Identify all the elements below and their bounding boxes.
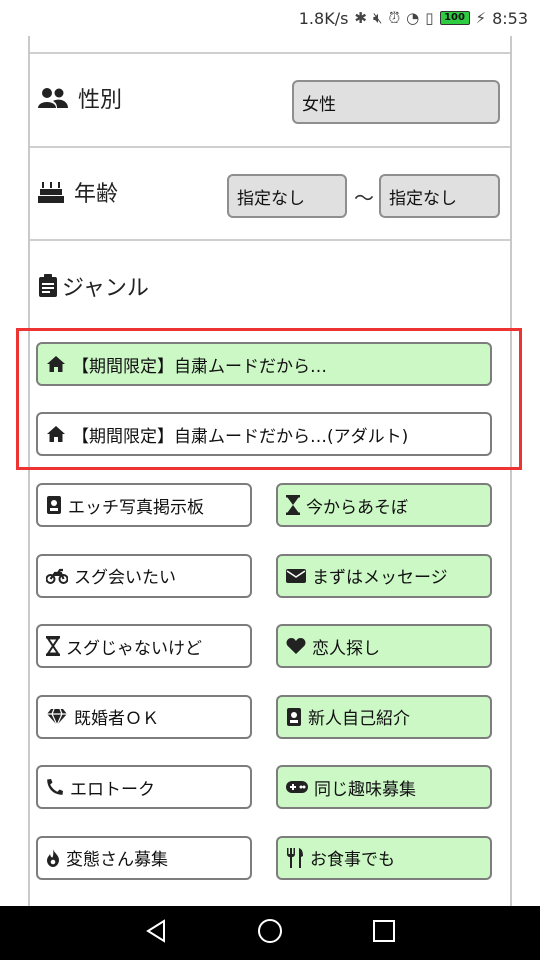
genre-button-label: スグじゃないけど xyxy=(66,638,202,659)
genre-label-text: ジャンル xyxy=(62,276,149,301)
clipboard-icon xyxy=(38,274,58,298)
genre-button[interactable]: 同じ趣味募集 xyxy=(276,765,492,809)
cake-icon xyxy=(38,180,64,204)
sim-icon: ▯ xyxy=(425,9,434,27)
diamond-icon xyxy=(46,708,68,726)
genre-button-label: まずはメッセージ xyxy=(312,568,448,588)
genre-button[interactable]: エロトーク xyxy=(36,765,252,809)
network-speed: 1.8K/s xyxy=(298,8,349,28)
divider xyxy=(30,146,510,148)
genre-button[interactable]: 恋人探し xyxy=(276,624,492,668)
navigation-bar xyxy=(0,906,540,960)
recents-icon[interactable] xyxy=(373,920,395,946)
gender-label: 性別 xyxy=(38,82,122,114)
genre-button-label: 新人自己紹介 xyxy=(308,709,410,729)
id-card-icon xyxy=(286,707,302,727)
divider xyxy=(30,52,510,54)
genre-button[interactable]: お食事でも xyxy=(276,835,492,880)
genre-button-label: 【期間限定】自粛ムードだから…(アダルト) xyxy=(72,426,409,447)
age-label-text: 年齢 xyxy=(74,182,119,207)
phone-icon xyxy=(46,778,64,796)
genre-button[interactable]: 変態さん募集 xyxy=(36,835,252,880)
hourglass-outline-icon xyxy=(46,636,60,656)
genre-button[interactable]: スグじゃないけど xyxy=(36,624,252,668)
users-icon xyxy=(38,87,68,109)
genre-button-label: エロトーク xyxy=(70,779,155,800)
envelope-icon xyxy=(286,568,306,584)
motorcycle-icon xyxy=(46,568,68,584)
genre-button[interactable]: まずはメッセージ xyxy=(276,553,492,598)
utensils-icon xyxy=(286,847,304,868)
genre-button[interactable]: 新人自己紹介 xyxy=(276,694,492,739)
back-icon[interactable] xyxy=(145,919,167,947)
clock: 8:53 xyxy=(492,8,528,28)
genre-button[interactable]: 【期間限定】自粛ムードだから…(アダルト) xyxy=(36,412,492,456)
battery-icon: 100 xyxy=(439,11,470,25)
age-range-separator: ～ xyxy=(354,186,374,210)
genre-label: ジャンル xyxy=(38,270,149,302)
gender-select[interactable]: 女性 xyxy=(292,80,500,124)
fire-icon xyxy=(46,848,60,867)
genre-button[interactable]: 今からあそぼ xyxy=(276,483,492,527)
charging-icon: ⚡︎ xyxy=(475,9,487,27)
status-bar: 1.8K/s ✱ 🔇︎ ⏰︎ ◔ ▯ 100 ⚡︎ 8:53 xyxy=(0,0,540,36)
genre-button-label: 変態さん募集 xyxy=(66,850,168,870)
genre-button-label: 同じ趣味募集 xyxy=(314,779,416,800)
search-form: 性別 女性 年齢 指定なし ～ 指定なし ジャンル 【期間限定】自粛ムードだから… xyxy=(28,36,512,906)
gender-label-text: 性別 xyxy=(78,88,123,113)
age-label: 年齢 xyxy=(38,176,118,208)
hourglass-icon xyxy=(286,495,300,515)
id-card-icon xyxy=(46,495,62,515)
home-icon[interactable] xyxy=(257,918,283,948)
genre-button-label: 既婚者ＯＫ xyxy=(74,709,159,729)
genre-button-label: お食事でも xyxy=(310,850,395,870)
alarm-icon: ⏰︎ xyxy=(388,9,401,27)
genre-button[interactable]: 既婚者ＯＫ xyxy=(36,694,252,739)
bluetooth-icon: ✱ xyxy=(354,9,367,27)
gamepad-icon xyxy=(286,780,308,794)
mute-icon: 🔇︎ xyxy=(373,9,383,27)
genre-button-label: 【期間限定】自粛ムードだから… xyxy=(72,356,327,377)
age-from-select[interactable]: 指定なし xyxy=(227,174,347,218)
home-icon xyxy=(46,425,66,443)
genre-button-label: エッチ写真掲示板 xyxy=(68,497,204,518)
genre-button-label: スグ会いたい xyxy=(74,568,176,588)
genre-button[interactable]: スグ会いたい xyxy=(36,553,252,598)
divider xyxy=(30,239,510,241)
heart-icon xyxy=(286,637,306,655)
genre-button-label: 恋人探し xyxy=(312,638,380,659)
home-icon xyxy=(46,355,66,373)
genre-button[interactable]: 【期間限定】自粛ムードだから… xyxy=(36,342,492,386)
genre-button[interactable]: エッチ写真掲示板 xyxy=(36,483,252,527)
genre-button-label: 今からあそぼ xyxy=(306,497,408,518)
age-to-select[interactable]: 指定なし xyxy=(379,174,500,218)
wifi-icon: ◔ xyxy=(406,9,420,27)
